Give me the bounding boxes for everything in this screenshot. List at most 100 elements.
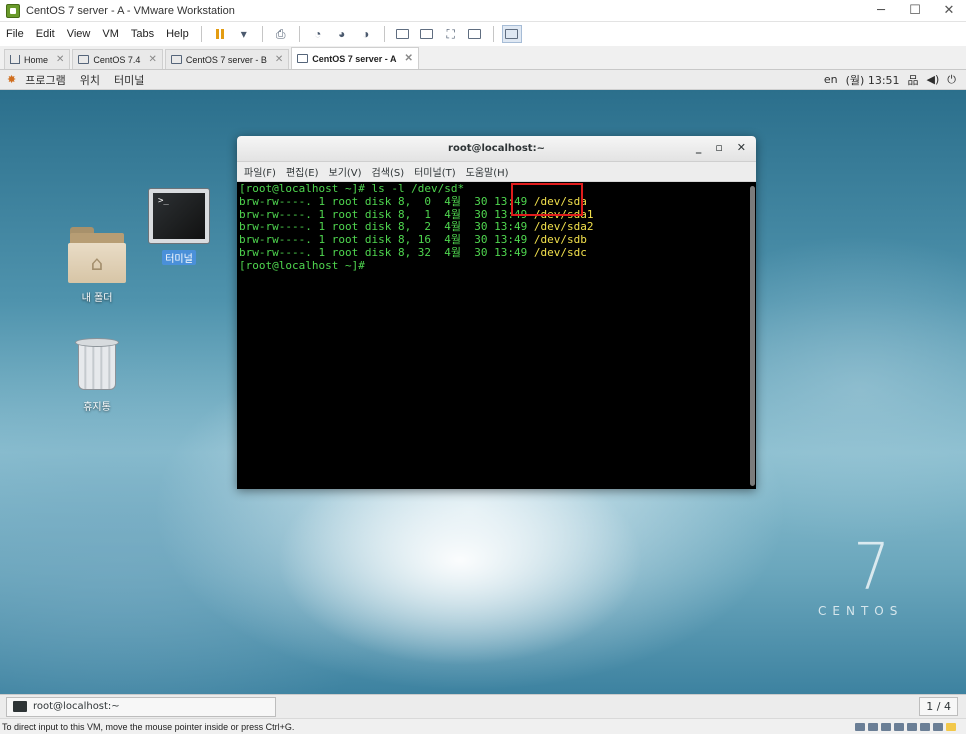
terminal-menu-edit[interactable]: 편집(E) <box>281 164 324 179</box>
centos-logo: 7 CENTOS <box>818 531 904 618</box>
desktop-icon-label: 휴지통 <box>83 402 111 413</box>
applications-icon: ✸ <box>7 73 17 86</box>
minimize-button[interactable]: ─ <box>864 0 898 22</box>
terminal-menu-search[interactable]: 검색(S) <box>367 164 410 179</box>
pause-icon[interactable] <box>210 25 230 43</box>
tab-centos-74[interactable]: CentOS 7.4 ✕ <box>72 49 163 69</box>
centos-logo-word: CENTOS <box>818 604 904 618</box>
vm-icon <box>297 54 309 63</box>
toolbar-separator <box>200 26 202 42</box>
terminal-close-button[interactable]: ✕ <box>737 141 746 154</box>
toolbar-separator <box>298 26 300 42</box>
menu-file[interactable]: File <box>0 28 30 40</box>
desktop-icon-home-folder[interactable]: ⌂ 내 폴더 <box>60 227 134 304</box>
terminal-maximize-button[interactable]: ▫ <box>715 141 722 154</box>
terminal-app-icon: >_ <box>148 188 210 244</box>
hard-disk-icon[interactable] <box>855 722 865 731</box>
vmware-menubar: File Edit View VM Tabs Help ▾ ⎙ ◔ ◕ ◑ ⛶ <box>0 22 966 46</box>
desktop[interactable]: >_ 터미널 ⌂ 내 폴더 휴지통 7 CENTOS root@localhos… <box>0 90 966 694</box>
console-view-icon[interactable] <box>501 25 522 43</box>
trash-icon <box>74 336 120 392</box>
highlight-box <box>511 183 583 216</box>
terminal-output[interactable]: [root@localhost ~]# ls -l /dev/sd* brw-rw… <box>237 182 748 489</box>
tab-close-icon[interactable]: ✕ <box>56 54 64 65</box>
menu-edit[interactable]: Edit <box>30 28 61 40</box>
revert-snapshot-icon[interactable]: ◕ <box>332 25 352 43</box>
menu-places[interactable]: 위치 <box>73 72 107 88</box>
status-message: To direct input to this VM, move the mou… <box>2 721 295 732</box>
input-language[interactable]: en <box>824 73 838 86</box>
vmware-app-icon <box>6 3 20 18</box>
terminal-line: [root@localhost ~]# <box>239 258 372 272</box>
desktop-icon-terminal[interactable]: >_ 터미널 <box>140 188 218 265</box>
cd-drive-icon[interactable] <box>894 722 904 731</box>
tab-label: CentOS 7.4 <box>93 54 141 65</box>
terminal-menu-help[interactable]: 도움말(H) <box>461 164 514 179</box>
clock[interactable]: (월) 13:51 <box>846 72 900 88</box>
usb-icon[interactable] <box>920 722 930 731</box>
menu-terminal[interactable]: 터미널 <box>107 72 151 88</box>
hard-disk-icon[interactable] <box>881 722 891 731</box>
taskbar-item-terminal[interactable]: root@localhost:~ <box>6 696 276 717</box>
workspace-pager[interactable]: 1 / 4 <box>919 697 958 716</box>
menu-tabs[interactable]: Tabs <box>125 28 160 40</box>
menu-vm[interactable]: VM <box>96 28 125 40</box>
fullscreen-icon[interactable]: ⛶ <box>441 25 461 43</box>
library-icon[interactable] <box>393 25 413 43</box>
hard-disk-icon[interactable] <box>868 722 878 731</box>
home-icon <box>10 55 20 64</box>
toolbar-separator <box>492 26 494 42</box>
tab-centos-server-a[interactable]: CentOS 7 server - A ✕ <box>291 47 419 69</box>
message-log-icon[interactable] <box>946 722 956 731</box>
folder-icon: ⌂ <box>68 227 126 283</box>
home-glyph: ⌂ <box>68 243 126 283</box>
terminal-menu-view[interactable]: 보기(V) <box>324 164 367 179</box>
dropdown-arrow-icon[interactable]: ▾ <box>234 25 254 43</box>
maximize-button[interactable]: ☐ <box>898 0 932 22</box>
vmware-tabbar: Home ✕ CentOS 7.4 ✕ CentOS 7 server - B … <box>0 46 966 70</box>
send-ctrl-alt-del-icon[interactable]: ⎙ <box>271 25 291 43</box>
menu-help[interactable]: Help <box>160 28 195 40</box>
volume-icon[interactable]: ◀) <box>927 73 940 86</box>
snapshot-manager-icon[interactable]: ◑ <box>356 25 376 43</box>
gnome-topbar: ✸ 프로그램 위치 터미널 en (월) 13:51 品 ◀) ⏻ <box>0 70 966 90</box>
tab-label: CentOS 7 server - B <box>185 54 267 65</box>
vm-icon <box>170 55 182 64</box>
close-button[interactable]: ✕ <box>932 0 966 22</box>
tab-close-icon[interactable]: ✕ <box>148 54 156 65</box>
menu-view[interactable]: View <box>61 28 97 40</box>
terminal-icon <box>13 701 27 712</box>
unity-icon[interactable] <box>465 25 485 43</box>
tab-label: CentOS 7 server - A <box>312 53 397 64</box>
terminal-scrollbar[interactable] <box>750 186 755 486</box>
network-icon[interactable]: 品 <box>908 72 919 88</box>
desktop-icon-label: 내 폴더 <box>81 293 113 304</box>
terminal-titlebar[interactable]: root@localhost:~ _ ▫ ✕ <box>237 136 756 162</box>
terminal-menu-file[interactable]: 파일(F) <box>239 164 281 179</box>
power-icon[interactable]: ⏻ <box>947 73 956 87</box>
tab-home[interactable]: Home ✕ <box>4 49 71 69</box>
desktop-icon-label: 터미널 <box>162 250 196 265</box>
taskbar-item-label: root@localhost:~ <box>33 701 120 712</box>
terminal-menubar: 파일(F) 편집(E) 보기(V) 검색(S) 터미널(T) 도움말(H) <box>237 162 756 182</box>
centos-logo-number: 7 <box>853 531 890 605</box>
tab-close-icon[interactable]: ✕ <box>404 53 412 64</box>
gnome-bottombar: root@localhost:~ 1 / 4 <box>0 694 966 718</box>
network-adapter-icon[interactable] <box>907 722 917 731</box>
terminal-minimize-button[interactable]: _ <box>696 141 702 154</box>
desktop-icon-trash[interactable]: 휴지통 <box>60 336 134 413</box>
vmware-titlebar: CentOS 7 server - A - VMware Workstation… <box>0 0 966 22</box>
terminal-window[interactable]: root@localhost:~ _ ▫ ✕ 파일(F) 편집(E) 보기(V)… <box>237 136 756 489</box>
toolbar-separator <box>261 26 263 42</box>
tab-label: Home <box>24 54 49 65</box>
menu-applications[interactable]: 프로그램 <box>18 72 72 88</box>
display-icon[interactable] <box>933 722 943 731</box>
tab-centos-server-b[interactable]: CentOS 7 server - B ✕ <box>164 49 290 69</box>
terminal-menu-terminal[interactable]: 터미널(T) <box>409 164 461 179</box>
terminal-title: root@localhost:~ <box>448 143 545 154</box>
thumbnail-icon[interactable] <box>417 25 437 43</box>
toolbar-separator <box>383 26 385 42</box>
tab-close-icon[interactable]: ✕ <box>275 54 283 65</box>
device-icons <box>855 722 966 731</box>
snapshot-icon[interactable]: ◔ <box>308 25 328 43</box>
